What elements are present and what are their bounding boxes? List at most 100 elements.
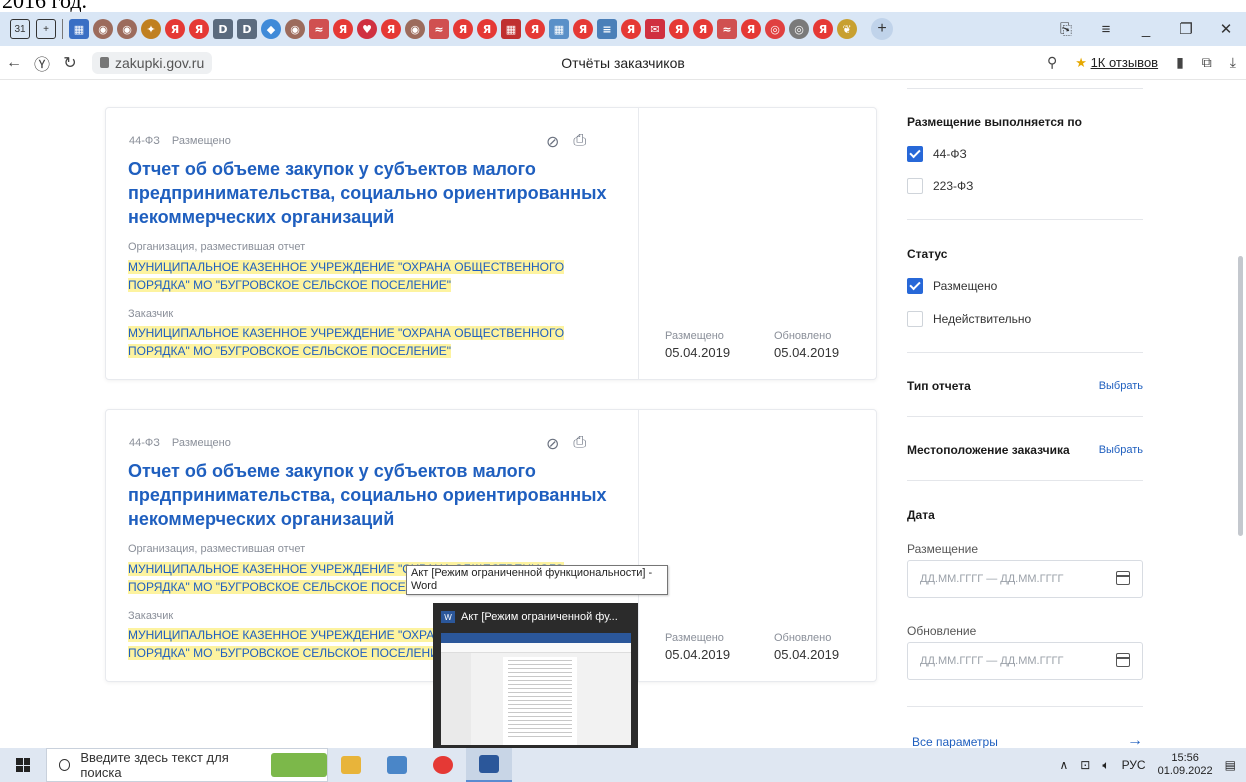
filter-invalid-checkbox[interactable]: Недействительно xyxy=(907,311,1031,327)
chart-tab-icon[interactable]: ≈ xyxy=(429,19,449,39)
calendar-icon[interactable] xyxy=(1116,653,1130,667)
address-bar: ← Ⓨ ↻ zakupki.gov.ru Отчёты заказчиков ⚲… xyxy=(0,46,1246,80)
network-icon[interactable]: ⊡ xyxy=(1080,758,1090,772)
window-controls: ⎘ ≡ _ ❐ ✕ xyxy=(1046,12,1246,46)
org-link[interactable]: МУНИЦИПАЛЬНОЕ КАЗЕННОЕ УЧРЕЖДЕНИЕ "ОХРАН… xyxy=(128,258,628,294)
control-panel-taskbar-button[interactable] xyxy=(374,748,420,782)
chart-tab-icon[interactable]: ≈ xyxy=(717,19,737,39)
status-badge: Размещено xyxy=(171,135,231,147)
yandex-tab-icon[interactable]: Я xyxy=(741,19,761,39)
update-date-label: Обновление xyxy=(907,624,977,638)
placement-filter-title: Размещение выполняется по xyxy=(907,115,1082,129)
mail-tab-icon[interactable]: ✉ xyxy=(645,19,665,39)
dashboard-tab-icon[interactable]: ▦ xyxy=(69,19,89,39)
report-title-link[interactable]: Отчет об объеме закупок у субъектов мало… xyxy=(128,459,608,531)
arrow-right-icon[interactable]: → xyxy=(1127,732,1143,748)
placement-date-range-input[interactable]: ДД.ММ.ГГГГ — ДД.ММ.ГГГГ xyxy=(907,560,1143,598)
report-type-select-link[interactable]: Выбрать xyxy=(1099,380,1143,392)
signature-icon[interactable]: ⊘ xyxy=(546,132,559,152)
signature-icon[interactable]: ⊘ xyxy=(546,434,559,454)
filter-44fz-checkbox[interactable]: 44-ФЗ xyxy=(907,146,967,162)
heart-tab-icon[interactable]: ♥ xyxy=(357,19,377,39)
yandex-tab-icon[interactable]: Я xyxy=(189,19,209,39)
minimize-button[interactable]: _ xyxy=(1126,21,1166,38)
language-indicator[interactable]: РУС xyxy=(1122,758,1146,772)
protect-icon[interactable]: ⚲ xyxy=(1047,54,1057,71)
yandex-tab-icon[interactable]: Я xyxy=(333,19,353,39)
org-label: Организация, разместившая отчет xyxy=(128,543,306,555)
file-explorer-taskbar-button[interactable] xyxy=(328,748,374,782)
close-button[interactable]: ✕ xyxy=(1206,20,1246,38)
menu-icon[interactable]: ≡ xyxy=(1086,21,1126,38)
yandex-tab-icon[interactable]: Я xyxy=(693,19,713,39)
update-date-range-input[interactable]: ДД.ММ.ГГГГ — ДД.ММ.ГГГГ xyxy=(907,642,1143,680)
location-select-link[interactable]: Выбрать xyxy=(1099,444,1143,456)
maximize-button[interactable]: ❐ xyxy=(1166,20,1206,38)
yandex-tab-icon[interactable]: Я xyxy=(381,19,401,39)
report-card[interactable]: 44-ФЗ Размещено ⊘ ⎙ Отчет об объеме заку… xyxy=(105,107,877,380)
reload-icon[interactable]: ↻ xyxy=(56,53,84,73)
grid-tab-icon[interactable]: ▦ xyxy=(501,19,521,39)
emblem-tab-icon[interactable]: ✦ xyxy=(141,19,161,39)
bookmark-icon[interactable]: ▮ xyxy=(1176,54,1184,71)
start-button[interactable] xyxy=(0,748,46,782)
all-params-link[interactable]: Все параметры xyxy=(912,735,998,748)
reviews-link[interactable]: ★ 1К отзывов xyxy=(1075,55,1158,71)
bookmarks-icon[interactable]: ⎘ xyxy=(1046,21,1086,38)
yandex-tab-icon[interactable]: Я xyxy=(813,19,833,39)
report-type-title: Тип отчета xyxy=(907,379,971,393)
checkbox-empty-icon xyxy=(907,178,923,194)
placement-date-label: Размещение xyxy=(907,542,978,556)
yandex-tab-icon[interactable]: Я xyxy=(453,19,473,39)
avatar-tab-icon[interactable]: ◉ xyxy=(405,19,425,39)
word-window-preview[interactable]: W Акт [Режим ограниченной фу... xyxy=(433,603,638,748)
print-icon[interactable]: ⎙ xyxy=(573,132,586,152)
avatar-tab-icon[interactable]: ◉ xyxy=(285,19,305,39)
new-tab-button[interactable]: + xyxy=(871,18,893,40)
chart-tab-icon[interactable]: ≈ xyxy=(309,19,329,39)
chevron-up-icon[interactable]: ∧ xyxy=(1060,758,1069,772)
print-icon[interactable]: ⎙ xyxy=(573,434,586,454)
notification-icon[interactable]: ▤ xyxy=(1225,758,1236,772)
placed-date-block: Размещено 05.04.2019 xyxy=(665,330,731,360)
yandex-icon[interactable]: Ⓨ xyxy=(28,51,56,75)
document-tab-icon[interactable]: D xyxy=(213,19,233,39)
document-tab-icon[interactable]: D xyxy=(237,19,257,39)
calendar-icon[interactable]: 31 xyxy=(10,19,30,39)
customer-link[interactable]: МУНИЦИПАЛЬНОЕ КАЗЕННОЕ УЧРЕЖДЕНИЕ "ОХРАН… xyxy=(128,324,628,360)
law-badge: 44-ФЗ xyxy=(129,135,160,147)
yandex-tab-icon[interactable]: Я xyxy=(669,19,689,39)
shield-tab-icon[interactable]: ◎ xyxy=(789,19,809,39)
yandex-tab-icon[interactable]: Я xyxy=(621,19,641,39)
report-title-link[interactable]: Отчет об объеме закупок у субъектов мало… xyxy=(128,157,608,229)
download-icon[interactable]: ⤓ xyxy=(1230,54,1236,71)
grid-tab-icon[interactable]: ▦ xyxy=(549,19,569,39)
volume-icon[interactable]: 🔈︎ xyxy=(1102,758,1109,773)
taskbar-search-box[interactable]: Введите здесь текст для поиска xyxy=(46,748,328,782)
avatar-tab-icon[interactable]: ◉ xyxy=(117,19,137,39)
checkbox-checked-icon xyxy=(907,146,923,162)
eagle-tab-icon[interactable]: ❦ xyxy=(837,19,857,39)
yandex-tab-icon[interactable]: Я xyxy=(525,19,545,39)
yandex-tab-icon[interactable]: Я xyxy=(477,19,497,39)
extensions-icon[interactable]: ⧉ xyxy=(1202,54,1212,71)
yandex-tab-icon[interactable]: Я xyxy=(165,19,185,39)
url-field[interactable]: zakupki.gov.ru xyxy=(92,51,213,74)
status-filter-title: Статус xyxy=(907,247,948,261)
word-taskbar-button[interactable] xyxy=(466,748,512,782)
avatar-tab-icon[interactable]: ◉ xyxy=(93,19,113,39)
cube-tab-icon[interactable]: ◆ xyxy=(261,19,281,39)
yandex-browser-taskbar-button[interactable] xyxy=(420,748,466,782)
org-label: Организация, разместившая отчет xyxy=(128,241,306,253)
list-tab-icon[interactable]: ≡ xyxy=(597,19,617,39)
clock[interactable]: 15:56 01.09.2022 xyxy=(1158,752,1213,778)
new-tab-group-icon[interactable]: + xyxy=(36,19,56,39)
calendar-icon[interactable] xyxy=(1116,571,1130,585)
target-tab-icon[interactable]: ◎ xyxy=(765,19,785,39)
yandex-tab-icon[interactable]: Я xyxy=(573,19,593,39)
page-scrollbar[interactable] xyxy=(1238,256,1243,536)
back-icon[interactable]: ← xyxy=(0,54,28,72)
report-card-main: 44-ФЗ Размещено ⊘ ⎙ Отчет об объеме заку… xyxy=(106,108,639,379)
filter-223fz-checkbox[interactable]: 223-ФЗ xyxy=(907,178,973,194)
filter-placed-checkbox[interactable]: Размещено xyxy=(907,278,997,294)
